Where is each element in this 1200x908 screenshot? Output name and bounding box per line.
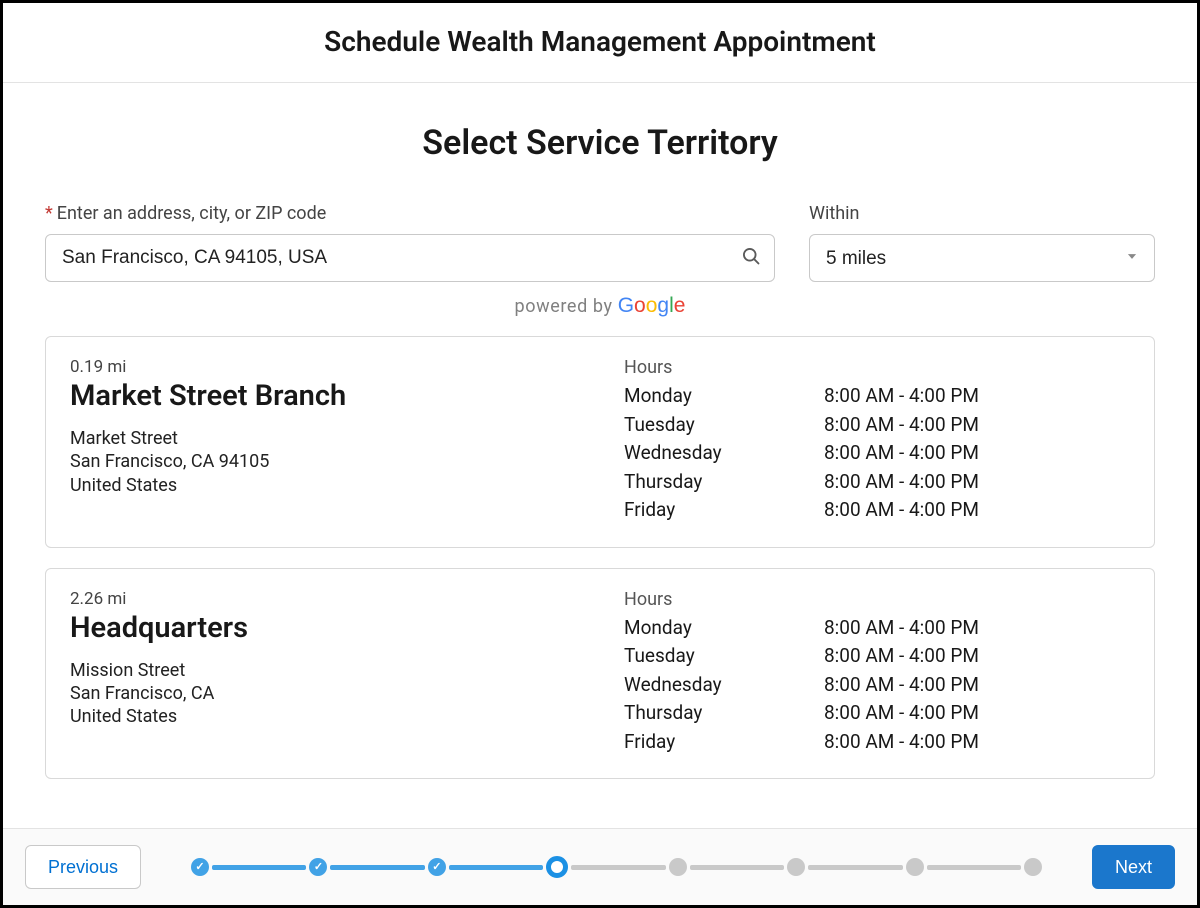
hours-row: Thursday8:00 AM - 4:00 PM [624,468,1130,497]
hours-time: 8:00 AM - 4:00 PM [824,614,979,643]
hours-day: Thursday [624,468,824,497]
hours-day: Monday [624,382,824,411]
location-name: Headquarters [70,611,600,645]
address-label: *Enter an address, city, or ZIP code [45,203,775,224]
hours-day: Tuesday [624,411,824,440]
hours-time: 8:00 AM - 4:00 PM [824,728,979,757]
step-connector [571,865,665,870]
hours-time: 8:00 AM - 4:00 PM [824,411,979,440]
modal-content: Select Service Territory *Enter an addre… [3,83,1197,828]
location-list: 0.19 miMarket Street Branch Market Street… [45,336,1155,779]
step-indicator[interactable] [787,858,805,876]
previous-button[interactable]: Previous [25,845,141,889]
hours-day: Friday [624,728,824,757]
step-indicator[interactable] [309,858,327,876]
location-address-line: San Francisco, CA [70,682,600,705]
hours-row: Monday8:00 AM - 4:00 PM [624,614,1130,643]
location-info: 2.26 miHeadquarters Mission StreetSan Fra… [70,589,600,757]
hours-time: 8:00 AM - 4:00 PM [824,382,979,411]
step-indicator[interactable] [428,858,446,876]
hours-row: Monday8:00 AM - 4:00 PM [624,382,1130,411]
location-address-line: Mission Street [70,659,600,682]
hours-time: 8:00 AM - 4:00 PM [824,439,979,468]
required-marker: * [45,203,53,224]
progress-stepper [161,856,1072,878]
step-connector [690,865,784,870]
google-logo: Google [618,294,686,318]
hours-label: Hours [624,589,1130,610]
location-hours: HoursMonday8:00 AM - 4:00 PMTuesday8:00 … [624,357,1130,525]
hours-row: Tuesday8:00 AM - 4:00 PM [624,411,1130,440]
hours-time: 8:00 AM - 4:00 PM [824,496,979,525]
hours-time: 8:00 AM - 4:00 PM [824,468,979,497]
hours-row: Friday8:00 AM - 4:00 PM [624,728,1130,757]
radius-label: Within [809,203,1155,224]
location-info: 0.19 miMarket Street Branch Market Street… [70,357,600,525]
step-connector [808,865,902,870]
modal-footer: Previous Next [3,828,1197,905]
hours-time: 8:00 AM - 4:00 PM [824,699,979,728]
location-card[interactable]: 0.19 miMarket Street Branch Market Street… [45,336,1155,548]
hours-row: Friday8:00 AM - 4:00 PM [624,496,1130,525]
step-indicator[interactable] [546,856,568,878]
step-indicator[interactable] [669,858,687,876]
section-title: Select Service Territory [45,123,1155,163]
hours-day: Thursday [624,699,824,728]
app-window: Schedule Wealth Management Appointment S… [0,0,1200,908]
radius-select[interactable]: 5 miles [809,234,1155,282]
hours-label: Hours [624,357,1130,378]
step-connector [449,865,543,870]
step-connector [927,865,1021,870]
location-address-line: San Francisco, CA 94105 [70,450,600,473]
hours-day: Wednesday [624,671,824,700]
location-name: Market Street Branch [70,379,600,413]
location-distance: 0.19 mi [70,357,600,377]
hours-day: Tuesday [624,642,824,671]
address-input[interactable] [45,234,775,282]
powered-by-google: powered by Google [45,294,1155,318]
location-hours: HoursMonday8:00 AM - 4:00 PMTuesday8:00 … [624,589,1130,757]
step-indicator[interactable] [906,858,924,876]
hours-row: Wednesday8:00 AM - 4:00 PM [624,439,1130,468]
step-connector [330,865,424,870]
address-input-wrap [45,234,775,282]
page-title: Schedule Wealth Management Appointment [3,25,1197,58]
next-button[interactable]: Next [1092,845,1175,889]
step-connector [212,865,306,870]
hours-day: Friday [624,496,824,525]
powered-prefix: powered by [515,296,618,317]
location-address-line: United States [70,474,600,497]
address-label-text: Enter an address, city, or ZIP code [57,203,327,224]
step-indicator[interactable] [1024,858,1042,876]
modal-header: Schedule Wealth Management Appointment [3,3,1197,83]
hours-row: Thursday8:00 AM - 4:00 PM [624,699,1130,728]
hours-time: 8:00 AM - 4:00 PM [824,671,979,700]
radius-select-wrap: 5 miles [809,234,1155,282]
hours-day: Monday [624,614,824,643]
radius-field: Within 5 miles [809,203,1155,282]
hours-day: Wednesday [624,439,824,468]
location-card[interactable]: 2.26 miHeadquarters Mission StreetSan Fra… [45,568,1155,780]
location-address-line: Market Street [70,427,600,450]
hours-time: 8:00 AM - 4:00 PM [824,642,979,671]
location-distance: 2.26 mi [70,589,600,609]
hours-row: Tuesday8:00 AM - 4:00 PM [624,642,1130,671]
location-address-line: United States [70,705,600,728]
address-field: *Enter an address, city, or ZIP code [45,203,775,282]
hours-row: Wednesday8:00 AM - 4:00 PM [624,671,1130,700]
filter-row: *Enter an address, city, or ZIP code Wit… [45,203,1155,282]
step-indicator[interactable] [191,858,209,876]
